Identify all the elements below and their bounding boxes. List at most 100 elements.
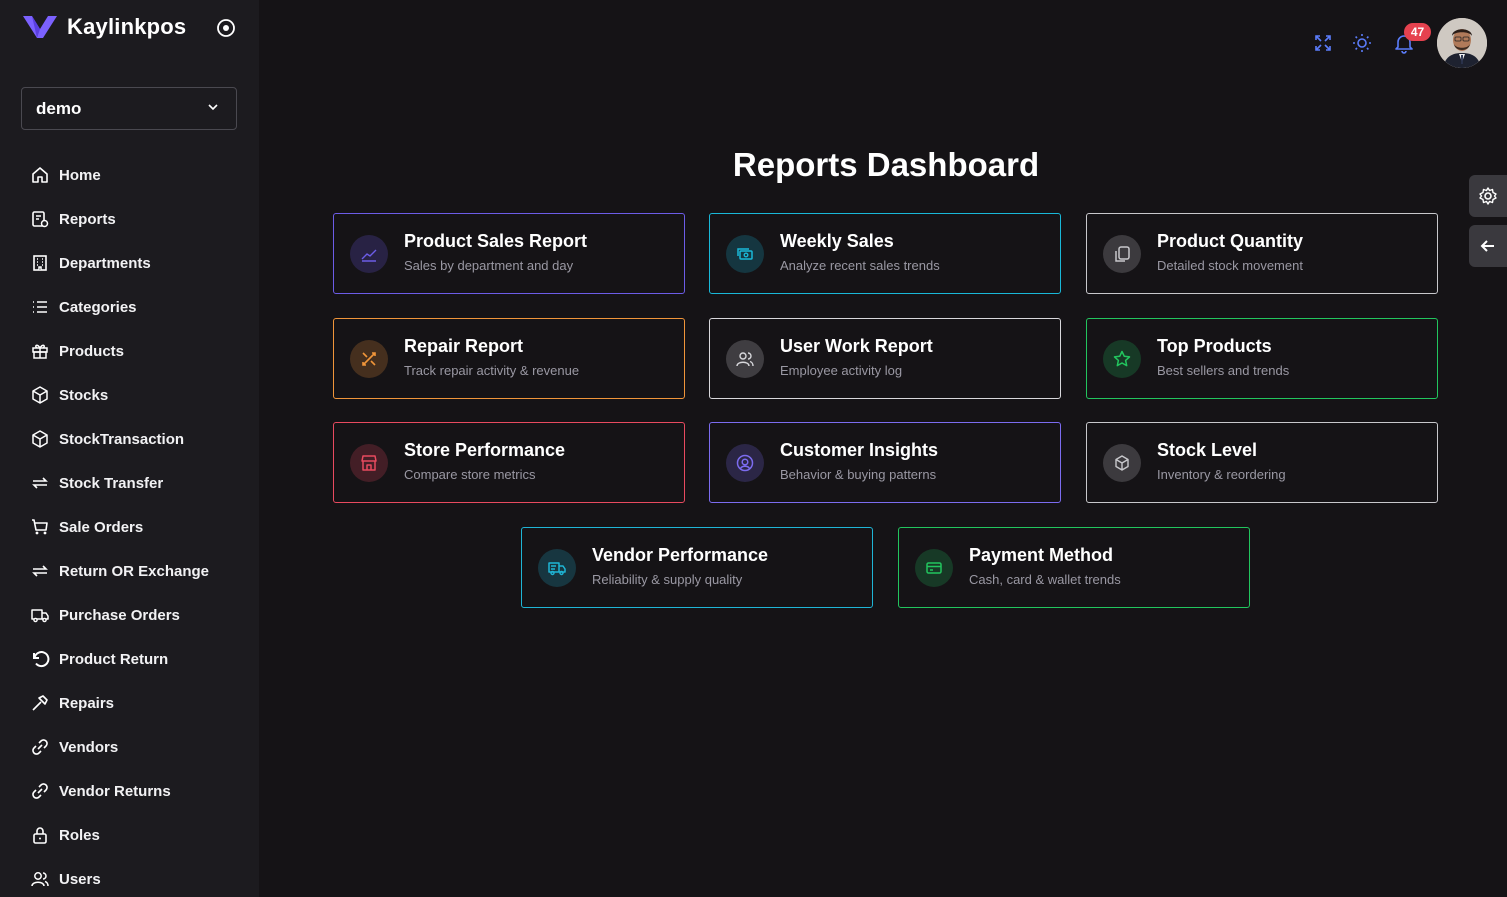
sidebar-item-label: Departments (59, 254, 151, 272)
box-icon (30, 429, 50, 449)
sidebar-item-label: Product Return (59, 650, 169, 668)
sidebar-item-label: Stocks (59, 386, 109, 404)
theme-toggle-icon[interactable] (1351, 32, 1373, 54)
chevron-down-icon (208, 104, 218, 111)
report-card-subtitle: Compare store metrics (404, 467, 536, 482)
report-card-user-work[interactable]: User Work Report Employee activity log (709, 318, 1061, 399)
back-tab[interactable] (1469, 225, 1507, 267)
report-card-subtitle: Reliability & supply quality (592, 572, 743, 587)
truck-icon (30, 605, 50, 625)
fullscreen-icon[interactable] (1312, 32, 1334, 54)
transfer-icon (30, 473, 50, 493)
report-card-title: Vendor Performance (592, 545, 769, 565)
store-select[interactable]: demo (21, 87, 237, 130)
avatar-image (1437, 18, 1487, 68)
report-card-title: User Work Report (780, 336, 933, 356)
app: Kaylinkpos demo Home Reports Departments… (0, 0, 1507, 897)
brand[interactable]: Kaylinkpos (22, 14, 186, 40)
avatar[interactable] (1437, 18, 1487, 68)
sidebar-item-vendors[interactable]: Vendors (0, 725, 259, 769)
sidebar-item-departments[interactable]: Departments (0, 241, 259, 285)
sidebar-item-categories[interactable]: Categories (0, 285, 259, 329)
sidebar-item-stocks[interactable]: Stocks (0, 373, 259, 417)
cart-icon (30, 517, 50, 537)
report-card-product-quantity[interactable]: Product Quantity Detailed stock movement (1086, 213, 1438, 294)
sidebar-item-repairs[interactable]: Repairs (0, 681, 259, 725)
box-icon (30, 385, 50, 405)
report-card-title: Payment Method (969, 545, 1114, 565)
brand-name: Kaylinkpos (67, 14, 187, 39)
store-select-value: demo (36, 98, 82, 118)
sidebar-item-label: Return OR Exchange (59, 562, 210, 580)
sidebar-item-label: Roles (59, 826, 100, 844)
report-card-subtitle: Detailed stock movement (1157, 258, 1303, 273)
sidebar-item-label: Products (59, 342, 125, 360)
report-card-title: Top Products (1157, 336, 1272, 356)
star-icon (1103, 340, 1141, 378)
sidebar-item-label: Repairs (59, 694, 115, 712)
sidebar-item-purchase-orders[interactable]: Purchase Orders (0, 593, 259, 637)
report-card-repair-report[interactable]: Repair Report Track repair activity & re… (333, 318, 685, 399)
notification-badge: 47 (1404, 23, 1431, 41)
sidebar-toggle-icon[interactable] (216, 18, 236, 38)
report-card-subtitle: Track repair activity & revenue (404, 363, 580, 378)
sidebar-item-products[interactable]: Products (0, 329, 259, 373)
copy-icon (1103, 235, 1141, 273)
report-card-subtitle: Employee activity log (780, 363, 903, 378)
undo-icon (30, 649, 50, 669)
sidebar-item-product-return[interactable]: Product Return (0, 637, 259, 681)
gear-icon (1479, 187, 1497, 205)
home-icon (30, 165, 50, 185)
report-card-title: Customer Insights (780, 440, 939, 460)
sidebar-item-users[interactable]: Users (0, 857, 259, 897)
sidebar-item-label: Users (59, 870, 101, 888)
report-card-title: Stock Level (1157, 440, 1258, 460)
card-icon (915, 549, 953, 587)
sidebar-item-home[interactable]: Home (0, 153, 259, 197)
link-icon (30, 781, 50, 801)
sidebar-item-roles[interactable]: Roles (0, 813, 259, 857)
report-card-title: Repair Report (404, 336, 524, 356)
lock-icon (30, 825, 50, 845)
cube-icon (1103, 444, 1141, 482)
sidebar-item-stock-transaction[interactable]: StockTransaction (0, 417, 259, 461)
report-card-weekly-sales[interactable]: Weekly Sales Analyze recent sales trends (709, 213, 1061, 294)
sidebar-item-vendor-returns[interactable]: Vendor Returns (0, 769, 259, 813)
report-card-store-performance[interactable]: Store Performance Compare store metrics (333, 422, 685, 503)
report-card-subtitle: Analyze recent sales trends (780, 258, 940, 273)
store-icon (350, 444, 388, 482)
chart-line-icon (350, 235, 388, 273)
sidebar-item-label: Vendors (59, 738, 119, 756)
sidebar-item-return-exchange[interactable]: Return OR Exchange (0, 549, 259, 593)
users-icon (726, 340, 764, 378)
report-card-title: Product Sales Report (404, 231, 588, 251)
cash-icon (726, 235, 764, 273)
report-card-title: Product Quantity (1157, 231, 1304, 251)
users-icon (30, 869, 50, 889)
sidebar-item-label: StockTransaction (59, 430, 185, 448)
sidebar-nav: Home Reports Departments Categories Prod… (0, 153, 259, 897)
sidebar-item-reports[interactable]: Reports (0, 197, 259, 241)
report-card-vendor-performance[interactable]: Vendor Performance Reliability & supply … (521, 527, 873, 608)
report-card-subtitle: Sales by department and day (404, 258, 574, 273)
report-card-subtitle: Best sellers and trends (1157, 363, 1290, 378)
sidebar-item-label: Vendor Returns (59, 782, 171, 800)
report-card-stock-level[interactable]: Stock Level Inventory & reordering (1086, 422, 1438, 503)
sidebar-item-label: Purchase Orders (59, 606, 180, 624)
truck-icon (538, 549, 576, 587)
reports-icon (30, 209, 50, 229)
link-icon (30, 737, 50, 757)
sidebar-item-stock-transfer[interactable]: Stock Transfer (0, 461, 259, 505)
transfer-icon (30, 561, 50, 581)
report-card-top-products[interactable]: Top Products Best sellers and trends (1086, 318, 1438, 399)
report-card-title: Store Performance (404, 440, 566, 460)
sidebar-item-sale-orders[interactable]: Sale Orders (0, 505, 259, 549)
building-icon (30, 253, 50, 273)
report-card-product-sales[interactable]: Product Sales Report Sales by department… (333, 213, 685, 294)
sidebar-item-label: Reports (59, 210, 116, 228)
tools-icon (350, 340, 388, 378)
gift-icon (30, 341, 50, 361)
report-card-title: Weekly Sales (780, 231, 894, 251)
report-card-customer-insights[interactable]: Customer Insights Behavior & buying patt… (709, 422, 1061, 503)
report-card-payment-method[interactable]: Payment Method Cash, card & wallet trend… (898, 527, 1250, 608)
